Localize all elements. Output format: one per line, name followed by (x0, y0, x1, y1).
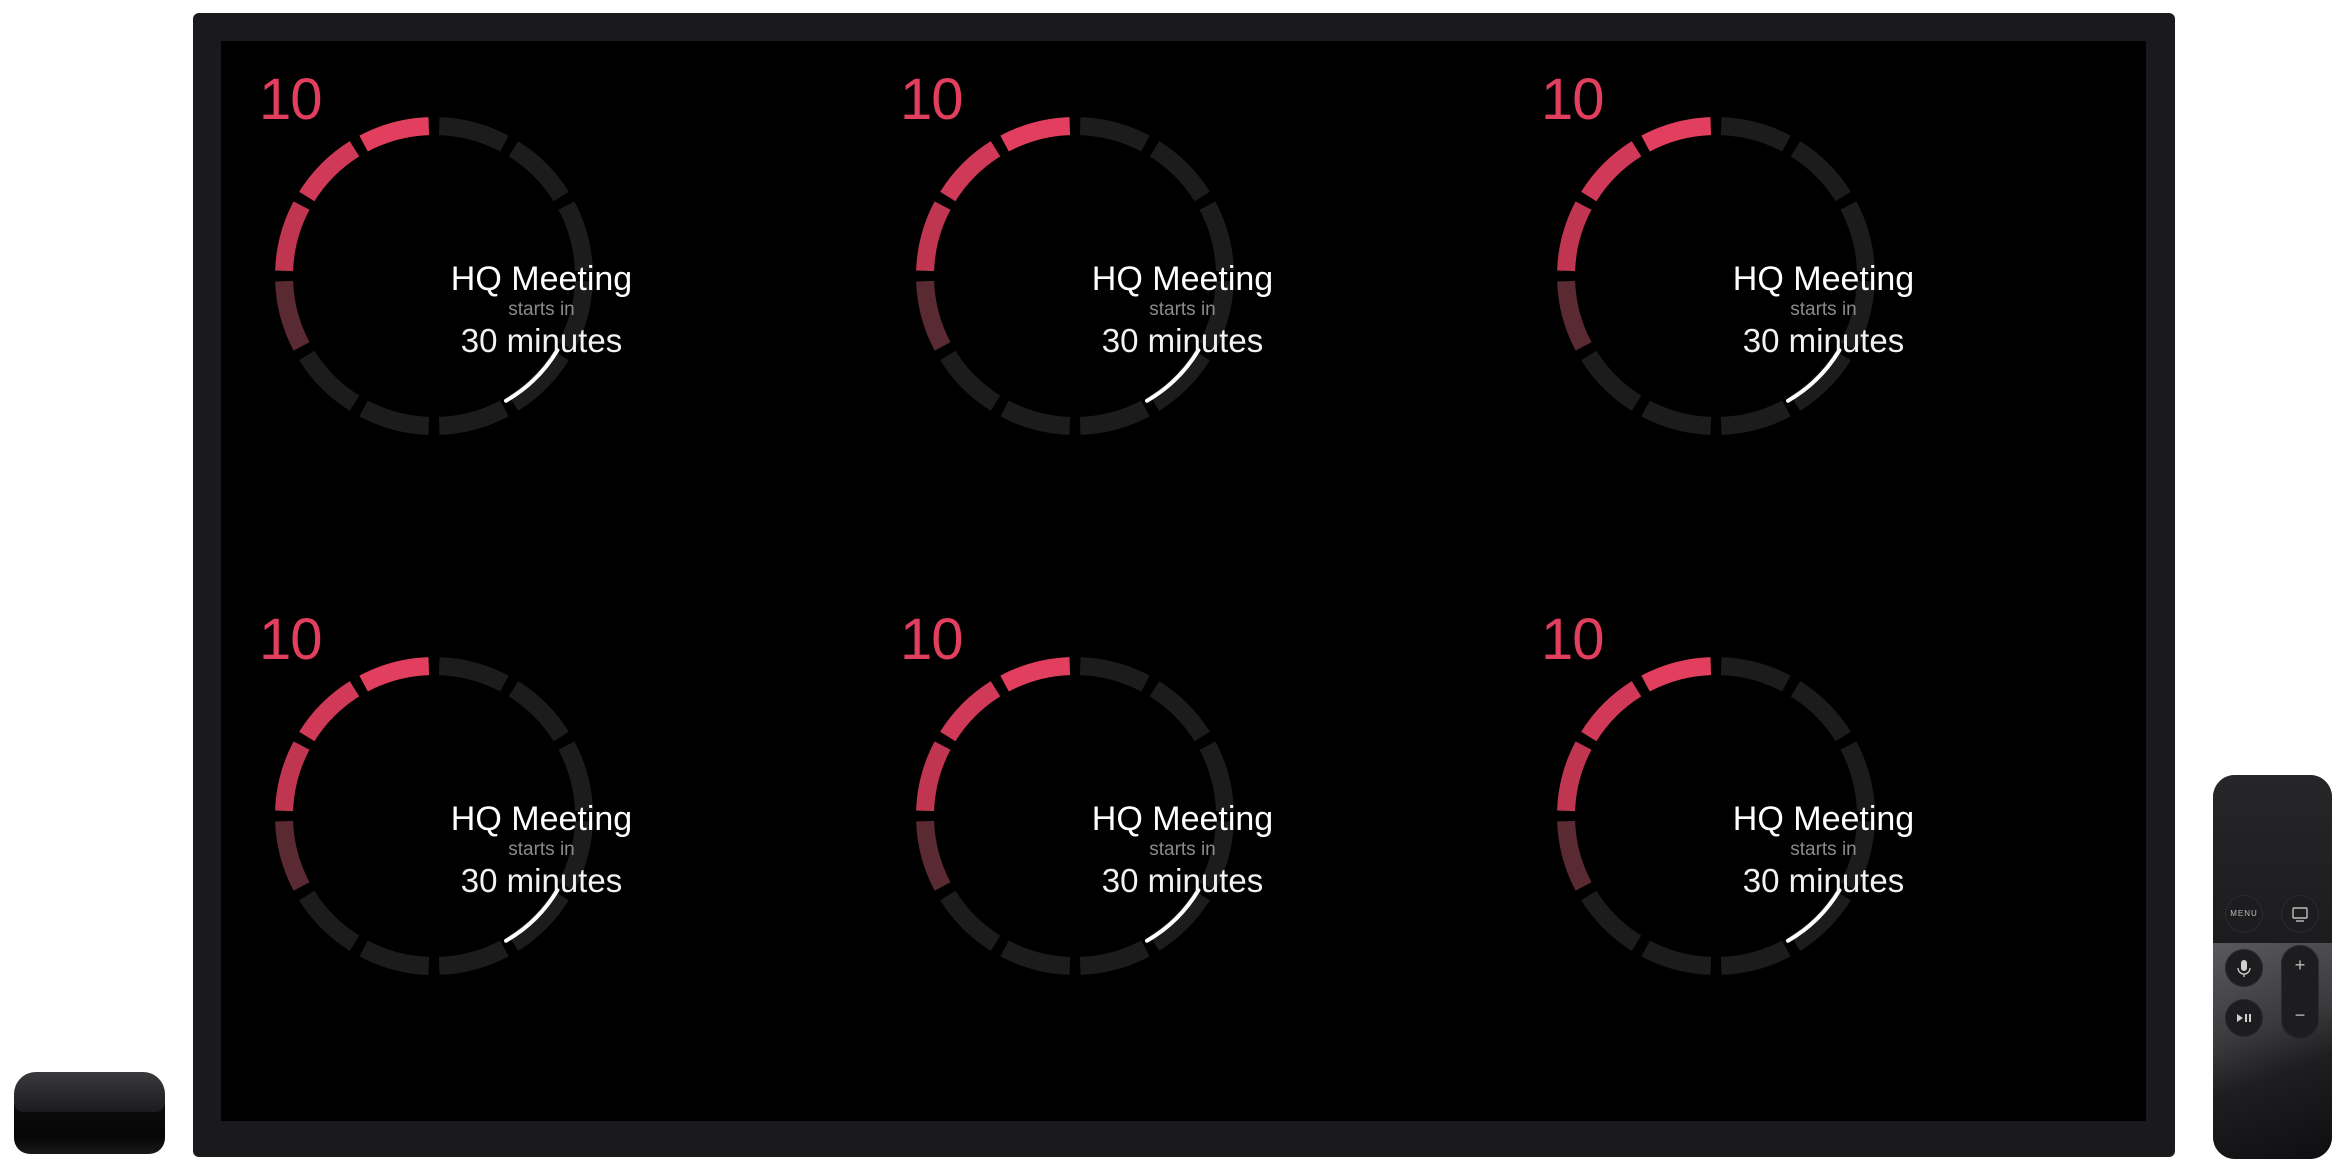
ring-segment (438, 940, 509, 975)
ring-segment (1641, 117, 1712, 152)
play-pause-button[interactable] (2225, 999, 2263, 1037)
ring-segment (1720, 657, 1791, 692)
menu-button[interactable]: MENU (2225, 895, 2263, 933)
ring-segment (1720, 940, 1791, 975)
ring-segment (940, 350, 1001, 411)
ring-segment (940, 890, 1001, 951)
ring-segment (1720, 400, 1791, 435)
apple-tv-box-top (14, 1072, 165, 1112)
meeting-title: HQ Meeting (450, 260, 633, 298)
ring-segment (299, 141, 360, 202)
meeting-title: HQ Meeting (1091, 800, 1274, 838)
ring-segment (1790, 350, 1851, 411)
ring-segment (359, 940, 430, 975)
ring-segment (359, 117, 430, 152)
meeting-title: HQ Meeting (450, 800, 633, 838)
countdown-tile[interactable]: 10 HQ Meeting starts in 30 minutes (862, 581, 1503, 1121)
meeting-title: HQ Meeting (1091, 260, 1274, 298)
microphone-icon (2237, 960, 2251, 977)
ring-segment (508, 141, 569, 202)
ring-segment (359, 400, 430, 435)
ring-segment (1079, 940, 1150, 975)
tile-center-text: HQ Meeting starts in 30 minutes (862, 259, 1503, 361)
ring-segment (1641, 940, 1712, 975)
volume-rocker[interactable]: + − (2281, 945, 2319, 1039)
ring-segment (940, 681, 1001, 742)
tile-center-text: HQ Meeting starts in 30 minutes (1503, 799, 2144, 901)
meeting-title: HQ Meeting (1732, 260, 1915, 298)
ring-segment (1790, 141, 1851, 202)
starts-in-label: starts in (1149, 839, 1216, 860)
ring-segment (508, 350, 569, 411)
tile-center-text: HQ Meeting starts in 30 minutes (862, 799, 1503, 901)
ring-segment (1641, 400, 1712, 435)
ring-segment (1079, 657, 1150, 692)
ring-segment (1581, 681, 1642, 742)
ring-segment (299, 350, 360, 411)
time-remaining: 30 minutes (460, 862, 623, 899)
ring-segment (1790, 681, 1851, 742)
ring-segment (1720, 117, 1791, 152)
ring-segment (438, 117, 509, 152)
ring-segment (1790, 890, 1851, 951)
starts-in-label: starts in (508, 299, 575, 320)
tile-center-text: HQ Meeting starts in 30 minutes (221, 799, 862, 901)
starts-in-label: starts in (508, 839, 575, 860)
countdown-tile[interactable]: 10 HQ Meeting starts in 30 minutes (1503, 41, 2144, 581)
tile-center-text: HQ Meeting starts in 30 minutes (1503, 259, 2144, 361)
ring-segment (1149, 350, 1210, 411)
time-remaining: 30 minutes (1742, 322, 1905, 359)
volume-down-button[interactable]: − (2281, 1005, 2319, 1025)
time-remaining: 30 minutes (460, 322, 623, 359)
ring-segment (1581, 890, 1642, 951)
ring-segment (1581, 350, 1642, 411)
volume-up-button[interactable]: + (2281, 955, 2319, 975)
countdown-tile[interactable]: 10 HQ Meeting starts in 30 minutes (1503, 581, 2144, 1121)
siri-remote: MENU + − (2213, 775, 2332, 1159)
starts-in-label: starts in (1149, 299, 1216, 320)
tv-icon (2292, 907, 2308, 922)
time-remaining: 30 minutes (1742, 862, 1905, 899)
ring-segment (1000, 400, 1071, 435)
ring-segment (1079, 400, 1150, 435)
siri-button[interactable] (2225, 949, 2263, 987)
ring-segment (1581, 141, 1642, 202)
countdown-tile[interactable]: 10 HQ Meeting starts in 30 minutes (221, 581, 862, 1121)
ring-segment (508, 890, 569, 951)
ring-segment (359, 657, 430, 692)
ring-segment (940, 141, 1001, 202)
tv-frame: 10 HQ Meeting starts in 30 minutes 10 HQ… (193, 13, 2175, 1157)
ring-segment (1000, 117, 1071, 152)
starts-in-label: starts in (1790, 299, 1857, 320)
ring-segment (438, 400, 509, 435)
tv-screen: 10 HQ Meeting starts in 30 minutes 10 HQ… (221, 41, 2146, 1121)
play-pause-icon (2237, 1014, 2251, 1022)
tile-center-text: HQ Meeting starts in 30 minutes (221, 259, 862, 361)
ring-segment (1000, 940, 1071, 975)
ring-segment (1149, 681, 1210, 742)
countdown-tile[interactable]: 10 HQ Meeting starts in 30 minutes (221, 41, 862, 581)
countdown-tile[interactable]: 10 HQ Meeting starts in 30 minutes (862, 41, 1503, 581)
apple-tv-box (14, 1072, 165, 1154)
meeting-title: HQ Meeting (1732, 800, 1915, 838)
ring-segment (438, 657, 509, 692)
time-remaining: 30 minutes (1101, 322, 1264, 359)
ring-segment (1641, 657, 1712, 692)
ring-segment (299, 681, 360, 742)
starts-in-label: starts in (1790, 839, 1857, 860)
tv-button[interactable] (2281, 895, 2319, 933)
ring-segment (1079, 117, 1150, 152)
ring-segment (1149, 141, 1210, 202)
time-remaining: 30 minutes (1101, 862, 1264, 899)
ring-segment (508, 681, 569, 742)
ring-segment (299, 890, 360, 951)
ring-segment (1149, 890, 1210, 951)
ring-segment (1000, 657, 1071, 692)
